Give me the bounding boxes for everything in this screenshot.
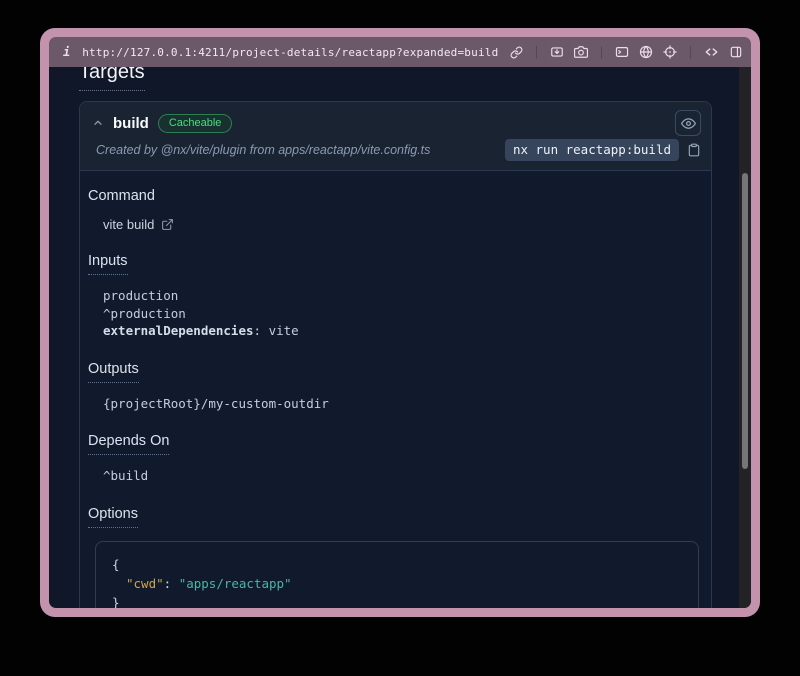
build-title-row[interactable]: build Cacheable <box>92 110 701 136</box>
code-line: { <box>112 555 682 574</box>
toolbar-divider <box>536 46 537 59</box>
options-code-block: { "cwd": "apps/reactapp" } <box>95 541 699 609</box>
options-heading: Options <box>88 506 138 528</box>
eye-icon <box>681 116 696 131</box>
target-panel-build: build Cacheable Created by @nx/vite/plug… <box>79 101 712 608</box>
browser-toolbar: i http://127.0.0.1:4211/project-details/… <box>49 37 751 67</box>
json-colon: : <box>164 576 179 591</box>
input-item: production <box>103 287 699 305</box>
code-icon[interactable] <box>704 45 719 59</box>
section-options: Options { "cwd": "apps/reactapp" } <box>88 506 699 609</box>
created-by-text: Created by @nx/vite/plugin from apps/rea… <box>96 143 430 157</box>
json-value: "apps/reactapp" <box>179 576 292 591</box>
inputs-heading: Inputs <box>88 253 128 275</box>
page-content: Targets build Cacheable <box>49 67 751 608</box>
copy-command-button[interactable] <box>687 143 701 157</box>
run-command-chip: nx run reactapp:build <box>505 139 679 161</box>
import-icon[interactable] <box>550 45 564 59</box>
input-value: vite <box>269 323 299 338</box>
code-line: } <box>112 593 682 609</box>
clipboard-icon <box>687 143 701 157</box>
sidebar-panel-icon[interactable] <box>729 45 743 59</box>
output-item: {projectRoot}/my-custom-outdir <box>103 395 699 413</box>
page-title: Targets <box>79 67 145 91</box>
section-command: Command vite build <box>88 188 699 232</box>
section-depends-on: Depends On ^build <box>88 433 699 485</box>
input-item: externalDependencies: vite <box>103 322 699 340</box>
toolbar-divider <box>690 46 691 59</box>
command-heading: Command <box>88 188 155 204</box>
camera-icon[interactable] <box>574 45 588 59</box>
scrollbar-track[interactable] <box>739 67 751 608</box>
terminal-icon[interactable] <box>615 45 629 59</box>
depends-on-item: ^build <box>103 467 699 485</box>
input-key: externalDependencies <box>103 323 254 338</box>
command-value: vite build <box>103 217 154 232</box>
chevron-up-icon[interactable] <box>92 117 104 129</box>
crosshair-icon[interactable] <box>663 45 677 59</box>
input-separator: : <box>254 323 269 338</box>
json-key: "cwd" <box>126 576 164 591</box>
scrollbar-thumb[interactable] <box>742 173 748 469</box>
globe-icon[interactable] <box>639 45 653 59</box>
outputs-heading: Outputs <box>88 361 139 383</box>
depends-on-heading: Depends On <box>88 433 169 455</box>
external-link-icon <box>161 218 174 231</box>
section-outputs: Outputs {projectRoot}/my-custom-outdir <box>88 361 699 413</box>
target-name: build <box>113 115 149 132</box>
code-line: "cwd": "apps/reactapp" <box>112 574 682 593</box>
view-target-button[interactable] <box>675 110 701 136</box>
input-item: ^production <box>103 305 699 323</box>
section-inputs: Inputs production ^production externalDe… <box>88 253 699 340</box>
build-panel-header: build Cacheable Created by @nx/vite/plug… <box>80 102 711 171</box>
info-icon: i <box>63 45 70 59</box>
browser-window: i http://127.0.0.1:4211/project-details/… <box>40 28 760 617</box>
command-value-link[interactable]: vite build <box>103 217 699 232</box>
url-bar[interactable]: http://127.0.0.1:4211/project-details/re… <box>82 46 498 59</box>
cacheable-badge: Cacheable <box>158 114 233 133</box>
link-icon[interactable] <box>510 46 523 59</box>
toolbar-divider <box>601 46 602 59</box>
